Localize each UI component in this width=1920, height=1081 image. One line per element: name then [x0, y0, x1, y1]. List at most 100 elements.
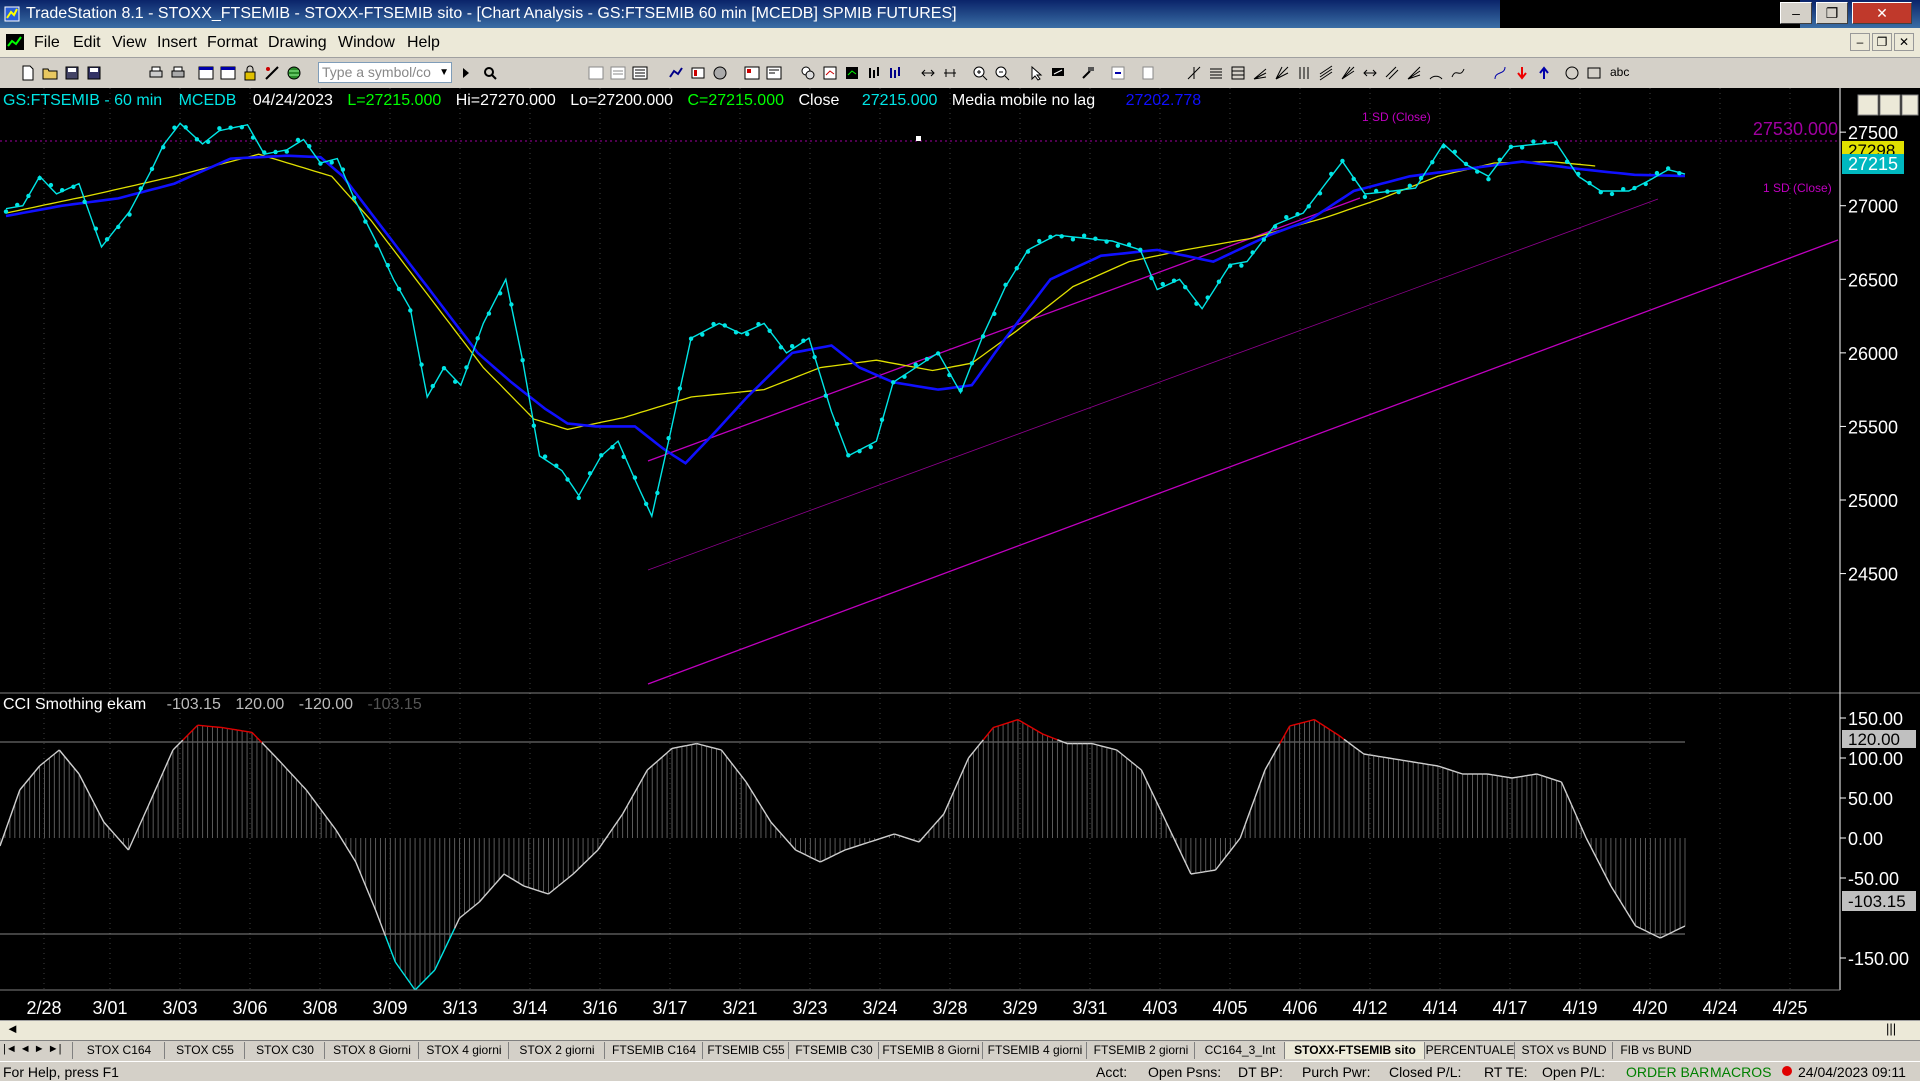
speed-lines-icon[interactable] [1252, 65, 1268, 81]
workspace-tab[interactable]: STOX 8 Giorni [324, 1042, 419, 1059]
print-preview-icon[interactable] [148, 65, 164, 81]
globe-icon[interactable] [286, 65, 302, 81]
symbol-lookup-icon[interactable] [482, 65, 498, 81]
workspace-tab[interactable]: FTSEMIB 2 giorni [1086, 1042, 1195, 1059]
parallel-lines-icon[interactable] [1384, 65, 1400, 81]
lock-icon[interactable] [242, 65, 258, 81]
zoom-out-icon[interactable] [994, 65, 1010, 81]
workspace-tab[interactable]: FIB vs BUND [1612, 1042, 1699, 1059]
chart-minimize-button[interactable] [1858, 95, 1878, 115]
menu-help[interactable]: Help [407, 34, 440, 52]
ellipse-icon[interactable] [1564, 65, 1580, 81]
window-cascade-icon[interactable] [220, 65, 236, 81]
insert-showme-icon[interactable] [888, 65, 904, 81]
data-tips-icon[interactable] [1050, 65, 1066, 81]
menu-edit[interactable]: Edit [73, 34, 101, 52]
menu-view[interactable]: View [112, 34, 146, 52]
vertical-lines-icon[interactable] [1296, 65, 1312, 81]
workspace-tab[interactable]: FTSEMIB C55 [702, 1042, 789, 1059]
insert-indicator-icon[interactable] [822, 65, 838, 81]
horizontal-scrollbar[interactable]: ◄ ||| [0, 1020, 1920, 1040]
insert-paintbar-icon[interactable] [866, 65, 882, 81]
trendline-icon[interactable] [1186, 65, 1202, 81]
gann-fan-icon[interactable] [1406, 65, 1422, 81]
mdi-minimize-button[interactable]: – [1850, 33, 1870, 51]
workspace-tab[interactable]: CC164_3_Int [1194, 1042, 1285, 1059]
chevron-down-icon[interactable]: ▼ [439, 63, 449, 82]
workspace-tab[interactable]: FTSEMIB C30 [788, 1042, 879, 1059]
insert-analysis-icon[interactable] [800, 65, 816, 81]
channel-lower-line[interactable] [648, 240, 1838, 684]
open-icon[interactable] [42, 65, 58, 81]
workspace-tab[interactable]: STOX vs BUND [1514, 1042, 1613, 1059]
tab-nav-arrows-icon[interactable]: |◄ ◄ ► ►| [3, 1043, 61, 1055]
scanner-icon[interactable] [668, 65, 684, 81]
close-button[interactable]: ✕ [1852, 2, 1912, 24]
time-axis[interactable]: 2/283/013/033/063/083/093/133/143/163/17… [26, 998, 1807, 1018]
arrow-right-icon[interactable] [458, 65, 474, 81]
minimize-button[interactable]: – [1780, 2, 1812, 24]
drawing-tools-icon[interactable] [264, 65, 280, 81]
mdi-restore-button[interactable]: ❐ [1872, 33, 1892, 51]
format-window-icon[interactable] [1110, 65, 1126, 81]
chart-document-icon[interactable] [6, 34, 24, 50]
regression-channel-icon[interactable] [1318, 65, 1334, 81]
insert-strategy-icon[interactable] [844, 65, 860, 81]
rectangle-icon[interactable] [1586, 65, 1602, 81]
scroll-left-icon[interactable]: ◄ [6, 1021, 19, 1036]
zoom-in-icon[interactable] [972, 65, 988, 81]
menu-file[interactable]: File [34, 34, 60, 52]
symbol-input[interactable]: Type a symbol/co▼ [318, 62, 452, 83]
workspace-tab[interactable]: STOXX-FTSEMIB sito [1284, 1042, 1425, 1059]
chart-canvas[interactable]: GS:FTSEMIB - 60 min MCEDB 04/24/2023 L=2… [0, 88, 1920, 1023]
channel-middle-line[interactable] [648, 199, 1658, 570]
workspace-tab[interactable]: FTSEMIB 4 giorni [982, 1042, 1087, 1059]
freehand-icon[interactable] [1450, 65, 1466, 81]
horizontal-arrow-icon[interactable] [1362, 65, 1378, 81]
status-order-bar[interactable]: ORDER BAR [1626, 1064, 1709, 1080]
mdi-close-button[interactable]: ✕ [1894, 33, 1914, 51]
curve-icon[interactable] [1492, 65, 1508, 81]
chart-window-icon[interactable] [588, 65, 604, 81]
workspace-tab[interactable]: STOX C30 [244, 1042, 325, 1059]
chart-analysis-window[interactable]: GS:FTSEMIB - 60 min MCEDB 04/24/2023 L=2… [0, 88, 1920, 1023]
menu-insert[interactable]: Insert [157, 34, 197, 52]
scroll-thumb-icon[interactable]: ||| [1886, 1021, 1896, 1036]
compress-bars-icon[interactable] [920, 65, 936, 81]
tradestation-app-icon[interactable] [4, 6, 20, 22]
fibonacci-icon[interactable] [1230, 65, 1246, 81]
workspace-tab[interactable]: STOX 2 giorni [508, 1042, 605, 1059]
workspace-tab[interactable]: FTSEMIB C164 [604, 1042, 703, 1059]
workspace-tab[interactable]: PERCENTUALE [1424, 1042, 1515, 1059]
horizontal-lines-icon[interactable] [1208, 65, 1224, 81]
menu-drawing[interactable]: Drawing [268, 34, 327, 52]
save-all-icon[interactable] [64, 65, 80, 81]
status-macros[interactable]: MACROS [1710, 1064, 1771, 1080]
dome-icon[interactable] [712, 65, 728, 81]
price-axis[interactable]: 27500270002650026000255002500024500 [1840, 123, 1898, 584]
tradebar-icon[interactable] [690, 65, 706, 81]
workspace-tab[interactable]: STOX 4 giorni [418, 1042, 509, 1059]
fan-lines-icon[interactable] [1274, 65, 1290, 81]
news-icon[interactable] [766, 65, 782, 81]
window-tile-icon[interactable] [198, 65, 214, 81]
andrews-pitchfork-icon[interactable] [1340, 65, 1356, 81]
properties-icon[interactable] [1140, 65, 1156, 81]
arrow-up-icon[interactable] [1536, 65, 1552, 81]
matrix-window-icon[interactable] [632, 65, 648, 81]
text-tool-button[interactable]: abc [1610, 65, 1629, 79]
maximize-button[interactable]: ❐ [1816, 2, 1848, 24]
workspace-tab[interactable]: STOX C164 [72, 1042, 165, 1059]
menu-window[interactable]: Window [338, 34, 395, 52]
expand-bars-icon[interactable] [942, 65, 958, 81]
workspace-tab[interactable]: FTSEMIB 8 Giorni [878, 1042, 983, 1059]
pointer-icon[interactable] [1028, 65, 1044, 81]
arc-icon[interactable] [1428, 65, 1444, 81]
chart-restore-button[interactable] [1880, 95, 1900, 115]
hammer-icon[interactable] [1080, 65, 1096, 81]
arrow-down-icon[interactable] [1514, 65, 1530, 81]
chart-close-button[interactable] [1902, 95, 1918, 115]
radar-window-icon[interactable] [610, 65, 626, 81]
print-icon[interactable] [170, 65, 186, 81]
workspace-tab[interactable]: STOX C55 [164, 1042, 245, 1059]
